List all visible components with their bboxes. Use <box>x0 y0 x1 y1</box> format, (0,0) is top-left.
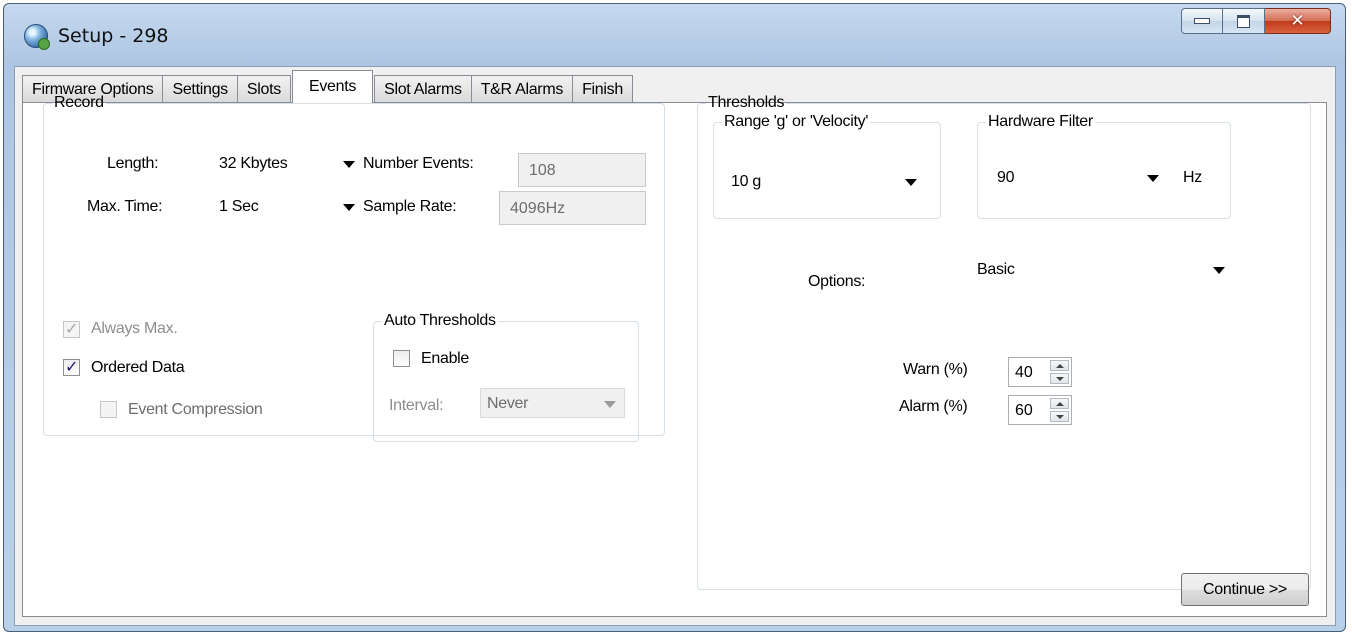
range-legend: Range 'g' or 'Velocity' <box>724 113 869 130</box>
always-max-label: Always Max. <box>91 320 178 337</box>
interval-label: Interval: <box>389 397 444 414</box>
alarm-label: Alarm (%) <box>899 398 968 415</box>
maximize-button[interactable] <box>1223 8 1265 34</box>
hardware-filter-value: 90 <box>997 169 1015 186</box>
max-time-value: 1 Sec <box>219 198 259 215</box>
chevron-down-icon <box>343 161 355 168</box>
window-controls: ✕ <box>1181 8 1331 34</box>
options-combo[interactable]: Basic <box>971 255 1233 285</box>
minimize-button[interactable] <box>1181 8 1223 34</box>
thresholds-legend: Thresholds <box>708 94 785 111</box>
always-max-checkbox[interactable] <box>63 319 80 338</box>
tab-events[interactable]: Events <box>291 70 374 103</box>
range-combo[interactable]: 10 g <box>725 167 925 197</box>
record-legend: Record <box>54 94 104 111</box>
chevron-down-icon <box>343 204 355 211</box>
spin-up-icon[interactable] <box>1050 398 1069 409</box>
warn-spin-buttons <box>1050 360 1069 384</box>
continue-button[interactable]: Continue >> <box>1181 573 1309 606</box>
spin-down-icon[interactable] <box>1050 411 1069 422</box>
ordered-data-checkbox[interactable] <box>63 357 80 376</box>
max-time-combo[interactable]: 1 Sec <box>213 192 363 222</box>
app-icon <box>24 24 50 50</box>
sample-rate-value: 4096Hz <box>510 200 566 217</box>
setup-window: Setup - 298 ✕ Firmware Options Settings … <box>3 3 1346 632</box>
hardware-filter-combo[interactable]: 90 <box>991 163 1167 193</box>
alarm-spinner[interactable]: 60 <box>1008 395 1072 425</box>
range-value: 10 g <box>731 173 761 190</box>
close-button[interactable]: ✕ <box>1265 8 1331 34</box>
maximize-icon <box>1237 14 1250 28</box>
number-events-field: 108 <box>518 153 646 187</box>
auto-thresholds-group: Auto Thresholds <box>373 312 639 442</box>
close-icon: ✕ <box>1290 11 1305 31</box>
auto-thresholds-legend: Auto Thresholds <box>384 312 496 329</box>
sample-rate-field: 4096Hz <box>499 191 646 225</box>
hardware-filter-legend: Hardware Filter <box>988 113 1093 130</box>
alarm-value: 60 <box>1015 402 1033 419</box>
events-tab-page: Record Length: 32 Kbytes Number Events: … <box>22 94 1327 617</box>
interval-value: Never <box>487 395 529 412</box>
event-compression-checkbox[interactable] <box>100 401 117 418</box>
interval-combo[interactable]: Never <box>480 388 625 418</box>
spin-up-icon[interactable] <box>1050 360 1069 371</box>
client-area: Firmware Options Settings Slots Events S… <box>14 66 1336 626</box>
number-events-label: Number Events: <box>363 155 474 172</box>
options-value: Basic <box>977 261 1015 278</box>
hz-unit-label: Hz <box>1183 169 1202 186</box>
sample-rate-label: Sample Rate: <box>363 198 457 215</box>
chevron-down-icon <box>1213 267 1225 274</box>
warn-spinner[interactable]: 40 <box>1008 357 1072 387</box>
minimize-icon <box>1194 18 1210 24</box>
warn-value: 40 <box>1015 364 1033 381</box>
warn-label: Warn (%) <box>903 361 968 378</box>
length-combo[interactable]: 32 Kbytes <box>213 149 363 179</box>
number-events-value: 108 <box>529 162 556 179</box>
enable-checkbox[interactable] <box>393 350 410 367</box>
spin-down-icon[interactable] <box>1050 373 1069 384</box>
chevron-down-icon <box>1147 175 1159 182</box>
max-time-label: Max. Time: <box>87 198 163 215</box>
chevron-down-icon <box>905 179 917 186</box>
length-value: 32 Kbytes <box>219 155 288 172</box>
event-compression-label: Event Compression <box>128 401 263 418</box>
title-bar[interactable]: Setup - 298 ✕ <box>4 4 1345 66</box>
alarm-spin-buttons <box>1050 398 1069 422</box>
chevron-down-icon <box>604 401 616 408</box>
ordered-data-label: Ordered Data <box>91 359 185 376</box>
range-group: Range 'g' or 'Velocity' <box>713 113 941 219</box>
length-label: Length: <box>107 155 159 172</box>
options-label: Options: <box>808 273 866 290</box>
window-title: Setup - 298 <box>58 25 169 47</box>
enable-label: Enable <box>421 350 470 367</box>
